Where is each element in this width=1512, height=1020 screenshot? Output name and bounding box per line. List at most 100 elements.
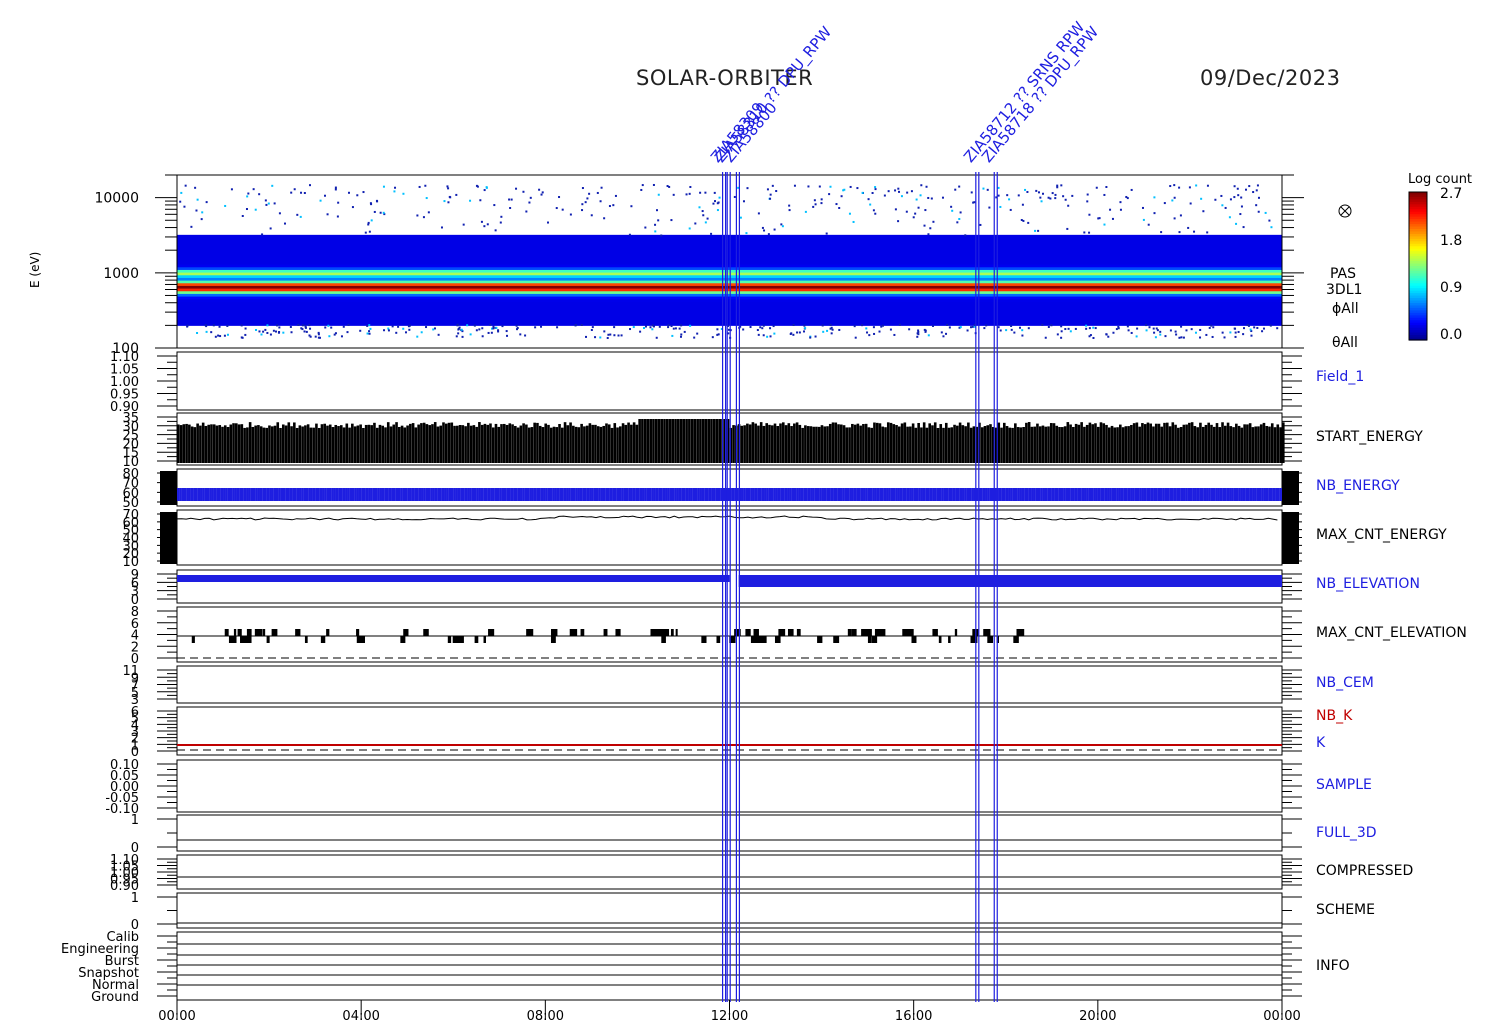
max-cnt-elevation-mark xyxy=(191,636,195,643)
nb-energy-bar xyxy=(517,488,521,501)
spectrogram-pixel xyxy=(258,193,261,196)
nb-energy-bar xyxy=(1178,488,1181,501)
nb-energy-bar xyxy=(681,488,684,501)
spectrogram-pixel xyxy=(460,328,463,331)
spectrogram-pixel xyxy=(825,232,828,235)
nb-energy-bar xyxy=(218,488,221,501)
panel-frame xyxy=(176,665,1283,704)
spectrogram-pixel xyxy=(300,191,303,194)
nb-energy-bar xyxy=(358,488,362,501)
start-energy-bar xyxy=(218,425,222,463)
max-cnt-elevation-mark xyxy=(867,636,872,643)
nb-energy-bar xyxy=(998,488,1002,501)
spectrogram-pixel xyxy=(190,225,193,228)
nb-energy-bar xyxy=(333,488,336,501)
spectrogram-pixel xyxy=(244,333,247,336)
nb-energy-bar xyxy=(876,488,880,501)
start-energy-bar xyxy=(920,427,923,463)
nb-energy-bar xyxy=(1153,488,1156,501)
nb-energy-bar xyxy=(888,488,891,501)
start-energy-bar xyxy=(389,426,393,463)
start-energy-bar xyxy=(1190,422,1194,463)
nb-energy-bar xyxy=(220,488,224,501)
nb-energy-bar xyxy=(312,488,316,501)
x-axis-tick-label: 00:00 xyxy=(158,1009,195,1020)
nb-energy-bar xyxy=(1102,488,1105,501)
spectrogram-pixel xyxy=(1060,330,1063,333)
start-energy-bar xyxy=(1226,422,1230,463)
nb-energy-bar xyxy=(506,488,509,501)
spectrogram-pixel xyxy=(492,327,495,330)
spectrogram-pixel xyxy=(594,336,597,339)
spectrogram-pixel xyxy=(490,331,493,334)
spectrogram-pixel xyxy=(479,199,482,202)
start-energy-bar xyxy=(668,419,672,463)
nb-energy-bar xyxy=(651,488,654,501)
start-energy-bar xyxy=(950,427,954,463)
nb-energy-bar xyxy=(962,488,965,501)
spectrogram-pixel xyxy=(1257,196,1260,199)
spectrogram-pixel xyxy=(1173,217,1176,220)
spectrogram-pixel xyxy=(929,227,932,230)
nb-energy-bar xyxy=(701,488,705,501)
spectrogram-pixel xyxy=(914,212,917,215)
spectrogram-pixel xyxy=(370,203,373,206)
nb-energy-bar xyxy=(1118,488,1121,501)
nb-energy-bar xyxy=(1143,488,1147,501)
spectrogram-pixel xyxy=(766,188,769,191)
max-cnt-elevation-mark xyxy=(550,636,556,643)
spectrogram-pixel xyxy=(1067,327,1070,330)
nb-energy-bar xyxy=(667,488,670,501)
nb-energy-bar xyxy=(863,488,866,501)
nb-energy-bar xyxy=(982,488,986,501)
spectrogram-pixel xyxy=(766,335,769,338)
start-energy-bar xyxy=(478,422,481,463)
nb-energy-bar xyxy=(918,488,921,501)
nb-energy-bar xyxy=(840,488,843,501)
spectrogram-pixel xyxy=(915,198,918,201)
start-energy-bar xyxy=(1011,427,1014,463)
start-energy-bar xyxy=(828,423,832,463)
start-energy-bar xyxy=(406,425,409,463)
start-energy-bar xyxy=(649,419,652,463)
spectrogram-pixel xyxy=(480,220,483,223)
nb-energy-bar xyxy=(1012,488,1016,501)
start-energy-bar xyxy=(1210,424,1213,463)
nb-energy-bar xyxy=(1037,488,1041,501)
spectrogram-pixel xyxy=(916,335,919,338)
spectrogram-pixel xyxy=(641,184,644,187)
spectrogram-pixel xyxy=(887,190,890,193)
nb-energy-bar xyxy=(860,488,864,501)
nb-energy-bar xyxy=(1097,488,1101,501)
spectrogram-pixel xyxy=(927,233,930,236)
start-energy-bar xyxy=(864,423,868,463)
max-cnt-elevation-mark xyxy=(237,629,242,636)
start-energy-bar xyxy=(1154,423,1158,463)
start-energy-bar xyxy=(1160,426,1164,463)
nb-energy-bar xyxy=(883,488,887,501)
spectrogram-pixel xyxy=(1233,196,1236,199)
spectrogram-pixel xyxy=(600,186,603,189)
spectrogram-pixel xyxy=(849,185,852,188)
start-energy-bar xyxy=(707,419,710,463)
nb-energy-bar xyxy=(1130,488,1133,501)
spectrogram-pixel xyxy=(443,200,446,203)
start-energy-bar xyxy=(398,426,401,463)
nb-energy-bar xyxy=(1270,488,1273,501)
start-energy-bar xyxy=(1270,423,1274,463)
spectrogram-pixel xyxy=(1255,204,1258,207)
start-energy-bar xyxy=(315,423,318,463)
start-energy-bar xyxy=(1069,424,1072,463)
spectrogram-pixel xyxy=(807,185,810,188)
spectrogram-pixel xyxy=(767,233,770,236)
nb-energy-bar xyxy=(526,488,530,501)
spectrogram-pixel xyxy=(425,326,428,329)
nb-energy-bar xyxy=(328,488,332,501)
spectrogram-ytick-label: 10000 xyxy=(94,191,139,207)
start-energy-bar xyxy=(840,424,843,463)
spectrogram-pixel xyxy=(456,323,459,326)
max-cnt-elevation-mark xyxy=(847,629,852,636)
nb-energy-bar xyxy=(331,488,334,501)
spectrogram-pixel xyxy=(455,193,458,196)
nb-energy-bar xyxy=(750,488,753,501)
